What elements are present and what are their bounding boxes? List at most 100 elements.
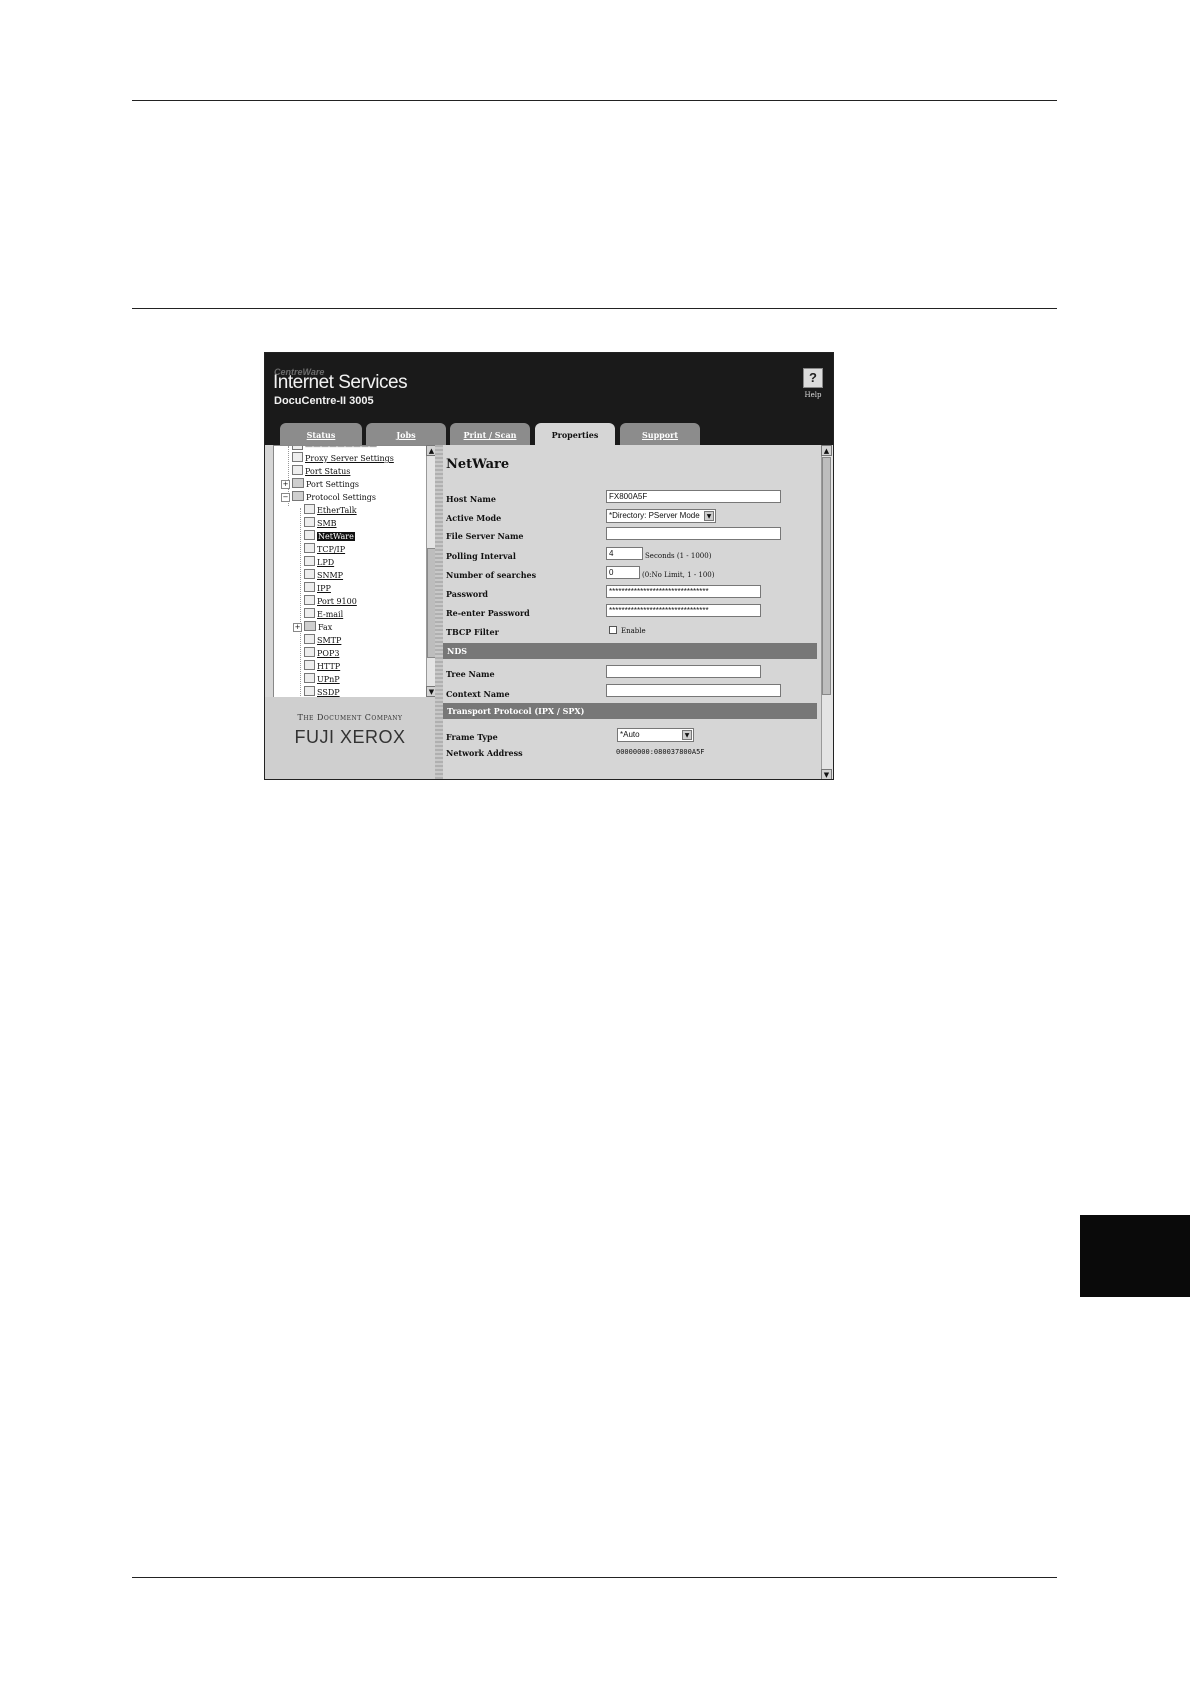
tree-item-label[interactable]: EtherTalk [317, 506, 357, 515]
expand-toggle[interactable]: + [293, 623, 302, 632]
tree-name-field[interactable] [606, 665, 761, 678]
tree-item-port-9100[interactable]: Port 9100 [304, 595, 357, 608]
tab-properties[interactable]: Properties [535, 423, 615, 445]
top-rule-2 [132, 308, 1057, 309]
help-label[interactable]: Help [801, 391, 825, 399]
context-name-field[interactable] [606, 684, 781, 697]
tree-item-label-selected[interactable]: NetWare [317, 532, 355, 541]
host-name-field[interactable]: FX800A5F [606, 490, 781, 503]
tree-item-e-mail[interactable]: E-mail [304, 608, 343, 621]
page-icon [304, 556, 315, 566]
tree-item-port-status[interactable]: Port Status [292, 465, 350, 478]
page-icon [304, 543, 315, 553]
tree-item-label[interactable]: SMB [317, 519, 337, 528]
tree-item-http[interactable]: HTTP [304, 660, 340, 673]
tree-item-label[interactable]: TCP/IP [317, 545, 345, 554]
chevron-down-icon[interactable]: ▼ [704, 511, 714, 521]
tree-item-smb[interactable]: SMB [304, 517, 337, 530]
netware-settings-form: NetWare Host Name FX800A5F Active Mode *… [443, 445, 817, 779]
tree-item-label[interactable]: LPD [317, 558, 334, 567]
tree-item-label[interactable]: Protocol Settings [306, 493, 376, 502]
tree-item-label[interactable]: UPnP [317, 675, 340, 684]
context-name-label: Context Name [446, 689, 510, 699]
page-icon [304, 595, 315, 605]
page-icon [304, 660, 315, 670]
polling-interval-hint: Seconds (1 - 1000) [645, 552, 712, 560]
chevron-down-icon[interactable]: ▼ [682, 730, 692, 740]
tree-connector [300, 508, 301, 698]
company-logo-area: The Document Company FUJI XEROX [265, 697, 435, 779]
password-field[interactable]: ******************************** [606, 585, 761, 598]
tree-item-lpd[interactable]: LPD [304, 556, 334, 569]
expand-toggle[interactable]: + [281, 480, 290, 489]
tree-item-label[interactable]: Fax [318, 623, 332, 632]
reenter-password-field[interactable]: ******************************** [606, 604, 761, 617]
tree-item-ethertalk[interactable]: EtherTalk [304, 504, 357, 517]
page-icon [292, 446, 303, 450]
help-icon[interactable]: ? [803, 368, 823, 388]
tree-item-label[interactable]: Proxy Server Settings [305, 454, 394, 463]
password-label: Password [446, 589, 489, 599]
tree-item-label[interactable]: E-mail [317, 610, 343, 619]
folder-icon [292, 478, 304, 488]
page-icon [304, 686, 315, 696]
top-rule-1 [132, 100, 1057, 101]
collapse-toggle[interactable]: − [281, 493, 290, 502]
frame-splitter[interactable] [435, 445, 443, 779]
tree-item-label[interactable]: Port Status [305, 467, 350, 476]
tbcp-enable-label: Enable [621, 627, 646, 635]
fuji-xerox-logo: FUJI XEROX [294, 727, 406, 747]
page-icon [304, 569, 315, 579]
page-icon [304, 582, 315, 592]
active-mode-select[interactable]: *Directory: PServer Mode ▼ [606, 509, 716, 523]
tab-jobs[interactable]: Jobs [366, 423, 446, 445]
app-title: Internet Services [273, 372, 408, 393]
chapter-side-tab [1080, 1215, 1190, 1297]
page-icon [304, 673, 315, 683]
page-title: NetWare [446, 457, 510, 472]
tree-item-netware[interactable]: NetWare [304, 530, 355, 543]
host-name-label: Host Name [446, 494, 496, 504]
tab-support[interactable]: Support [620, 423, 700, 445]
tree-item-tcp-ip[interactable]: TCP/IP [304, 543, 345, 556]
tree-item-proxy-server-settings[interactable]: Proxy Server Settings [292, 452, 394, 465]
polling-interval-field[interactable]: 4 [606, 547, 643, 560]
active-mode-value: *Directory: PServer Mode [609, 511, 700, 520]
tab-status[interactable]: Status [280, 423, 362, 445]
tree-item-label[interactable]: SSDP [317, 688, 340, 697]
tree-item-snmp[interactable]: SNMP [304, 569, 343, 582]
tree-item-label[interactable]: SMTP [317, 636, 341, 645]
tree-item-label[interactable]: IPP [317, 584, 331, 593]
number-of-searches-label: Number of searches [446, 570, 537, 580]
tree-item-smtp[interactable]: SMTP [304, 634, 341, 647]
folder-icon [304, 621, 316, 631]
page-icon [304, 530, 315, 540]
tree-item-label[interactable]: Port 9100 [317, 597, 357, 606]
internet-services-screenshot: CentreWare Internet Services DocuCentre-… [264, 352, 834, 780]
frame-type-label: Frame Type [446, 732, 498, 742]
tree-item-pop3[interactable]: POP3 [304, 647, 339, 660]
file-server-name-field[interactable] [606, 527, 781, 540]
tree-item-label[interactable]: Port Settings [306, 480, 359, 489]
tree-name-label: Tree Name [446, 669, 495, 679]
tree-item-ipp[interactable]: IPP [304, 582, 331, 595]
tree-item-label[interactable]: SNMP [317, 571, 343, 580]
page-icon [304, 517, 315, 527]
tree-item-upnp[interactable]: UPnP [304, 673, 340, 686]
scroll-down-arrow-icon[interactable]: ▼ [821, 769, 832, 779]
tree-item-label[interactable]: HTTP [317, 662, 340, 671]
properties-tree: ————————— Proxy Server Settings Port Sta… [273, 445, 427, 699]
number-of-searches-field[interactable]: 0 [606, 566, 640, 579]
frame-type-select[interactable]: *Auto ▼ [617, 728, 694, 742]
scroll-up-arrow-icon[interactable]: ▲ [821, 445, 832, 456]
device-name: DocuCentre-II 3005 [274, 395, 374, 407]
page-icon [304, 634, 315, 644]
tree-item-port-settings[interactable]: + Port Settings [281, 478, 359, 491]
tree-item-fax[interactable]: + Fax [293, 621, 332, 634]
tbcp-filter-label: TBCP Filter [446, 627, 499, 637]
tbcp-enable-checkbox[interactable] [609, 626, 617, 634]
tree-item-label[interactable]: POP3 [317, 649, 339, 658]
tree-item-protocol-settings[interactable]: − Protocol Settings [281, 491, 376, 504]
tab-print-scan[interactable]: Print / Scan [450, 423, 530, 445]
form-scroll-thumb[interactable] [822, 457, 831, 695]
